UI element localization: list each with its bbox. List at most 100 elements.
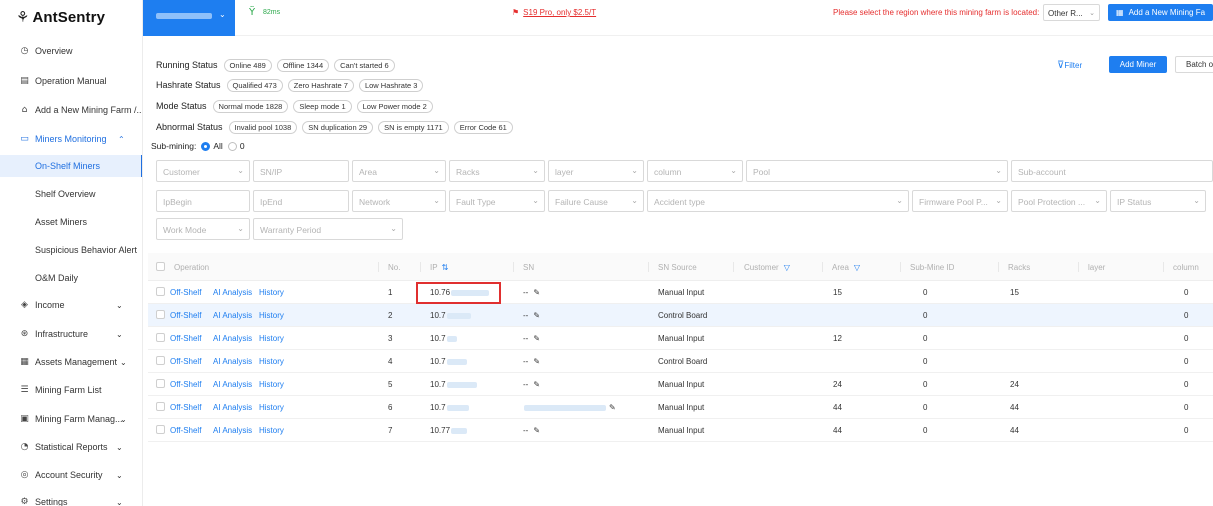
sidebar-item-om-daily[interactable]: O&M Daily — [0, 269, 142, 287]
history-link[interactable]: History — [259, 357, 284, 366]
sidebar-item-miners-monitoring[interactable]: ▭ Miners Monitoring ⌃ — [0, 130, 142, 148]
pool-select[interactable]: Pool ⌄ — [746, 160, 1008, 182]
racks-select[interactable]: Racks ⌄ — [449, 160, 545, 182]
sidebar-item-infrastructure[interactable]: ⊛ Infrastructure ⌄ — [0, 325, 142, 343]
network-select[interactable]: Network ⌄ — [352, 190, 446, 212]
table-row[interactable]: Off-Shelf AI Analysis History 3 10.7 -- ✎ Manua… — [148, 327, 1213, 350]
ip-value[interactable]: 10.7 — [430, 380, 477, 389]
row-checkbox[interactable] — [156, 379, 165, 389]
history-link[interactable]: History — [259, 380, 284, 389]
sidebar-item-overview[interactable]: ◷ Overview — [0, 42, 142, 60]
sidebar-item-on-shelf-miners[interactable]: On-Shelf Miners — [0, 155, 142, 177]
warranty-period-select[interactable]: Warranty Period ⌄ — [253, 218, 403, 240]
history-link[interactable]: History — [259, 403, 284, 412]
table-row[interactable]: Off-Shelf AI Analysis History 6 10.7 ✎ Manual … — [148, 396, 1213, 419]
off-shelf-link[interactable]: Off-Shelf — [170, 288, 201, 297]
sn-duplication-pill[interactable]: SN duplication 29 — [302, 120, 374, 134]
add-mining-farm-button[interactable]: ▦ Add a New Mining Fa — [1108, 4, 1213, 21]
low-hashrate-pill[interactable]: Low Hashrate 3 — [358, 78, 424, 92]
app-logo[interactable]: ⚘ AntSentry — [0, 0, 142, 34]
offline-pill[interactable]: Offline 1344 — [276, 58, 330, 72]
off-shelf-link[interactable]: Off-Shelf — [170, 357, 201, 366]
edit-icon[interactable]: ✎ — [533, 288, 540, 297]
history-link[interactable]: History — [259, 334, 284, 343]
sidebar-item-operation-manual[interactable]: ▤ Operation Manual — [0, 72, 142, 90]
history-link[interactable]: History — [259, 311, 284, 320]
farm-selector[interactable]: ⌄ — [143, 0, 235, 36]
row-checkbox[interactable] — [156, 425, 165, 435]
ip-value[interactable]: 10.76 — [430, 288, 490, 297]
low-power-mode-pill[interactable]: Low Power mode 2 — [356, 99, 433, 113]
sub-mining-option-zero[interactable]: 0 — [227, 141, 245, 151]
off-shelf-link[interactable]: Off-Shelf — [170, 403, 201, 412]
edit-icon[interactable]: ✎ — [533, 357, 540, 366]
row-checkbox[interactable] — [156, 287, 165, 297]
column-select[interactable]: column ⌄ — [647, 160, 743, 182]
table-row[interactable]: Off-Shelf AI Analysis History 5 10.7 -- ✎ Manua… — [148, 373, 1213, 396]
ip-value[interactable]: 10.7 — [430, 334, 457, 343]
off-shelf-link[interactable]: Off-Shelf — [170, 426, 201, 435]
ip-value[interactable]: 10.77 — [430, 426, 468, 435]
ai-analysis-link[interactable]: AI Analysis — [213, 380, 252, 389]
ip-value[interactable]: 10.7 — [430, 357, 467, 366]
firmware-pool-select[interactable]: Firmware Pool P... ⌄ — [912, 190, 1008, 212]
row-checkbox[interactable] — [156, 333, 165, 343]
off-shelf-link[interactable]: Off-Shelf — [170, 311, 201, 320]
ai-analysis-link[interactable]: AI Analysis — [213, 334, 252, 343]
batch-operation-button[interactable]: Batch op — [1175, 56, 1213, 73]
select-all-checkbox[interactable] — [156, 262, 165, 272]
online-pill[interactable]: Online 489 — [223, 58, 272, 72]
sidebar-item-settings[interactable]: ⚙ Settings ⌄ — [0, 493, 142, 506]
edit-icon[interactable]: ✎ — [533, 311, 540, 320]
row-checkbox[interactable] — [156, 310, 165, 320]
add-miner-button[interactable]: Add Miner — [1109, 56, 1167, 73]
table-row[interactable]: Off-Shelf AI Analysis History 4 10.7 -- ✎ Contr… — [148, 350, 1213, 373]
sub-account-input[interactable]: Sub-account — [1011, 160, 1213, 182]
sidebar-item-mining-farm-management[interactable]: ▣ Mining Farm Manag... ⌄ — [0, 410, 142, 428]
ip-begin-input[interactable]: IpBegin — [156, 190, 250, 212]
row-checkbox[interactable] — [156, 402, 165, 412]
ip-status-select[interactable]: IP Status ⌄ — [1110, 190, 1206, 212]
pool-protection-select[interactable]: Pool Protection ... ⌄ — [1011, 190, 1107, 212]
filter-toggle[interactable]: ⊽Filter — [1057, 60, 1082, 71]
area-select[interactable]: Area ⌄ — [352, 160, 446, 182]
off-shelf-link[interactable]: Off-Shelf — [170, 380, 201, 389]
sidebar-item-income[interactable]: ◈ Income ⌄ — [0, 296, 142, 314]
table-row[interactable]: Off-Shelf AI Analysis History 1 10.76 -- ✎ Manu… — [148, 281, 1213, 304]
edit-icon[interactable]: ✎ — [533, 334, 540, 343]
ai-analysis-link[interactable]: AI Analysis — [213, 426, 252, 435]
cant-started-pill[interactable]: Can't started 6 — [334, 58, 395, 72]
sidebar-item-suspicious-behavior[interactable]: Suspicious Behavior Alert — [0, 241, 142, 259]
edit-icon[interactable]: ✎ — [609, 403, 616, 412]
region-select[interactable]: Other R... ⌄ — [1043, 4, 1100, 21]
sidebar-item-account-security[interactable]: ◎ Account Security ⌄ — [0, 466, 142, 484]
ip-end-input[interactable]: IpEnd — [253, 190, 349, 212]
ai-analysis-link[interactable]: AI Analysis — [213, 311, 252, 320]
edit-icon[interactable]: ✎ — [533, 380, 540, 389]
sidebar-item-add-mining-farm[interactable]: ⌂ Add a New Mining Farm /... — [0, 101, 142, 119]
invalid-pool-pill[interactable]: Invalid pool 1038 — [228, 120, 298, 134]
accident-type-select[interactable]: Accident type ⌄ — [647, 190, 909, 212]
ai-analysis-link[interactable]: AI Analysis — [213, 357, 252, 366]
sidebar-item-shelf-overview[interactable]: Shelf Overview — [0, 185, 142, 203]
ip-value[interactable]: 10.7 — [430, 311, 471, 320]
sidebar-item-asset-miners[interactable]: Asset Miners — [0, 213, 142, 231]
qualified-pill[interactable]: Qualified 473 — [226, 78, 283, 92]
filter-icon[interactable]: ▽ — [784, 263, 790, 272]
zero-hashrate-pill[interactable]: Zero Hashrate 7 — [287, 78, 354, 92]
customer-select[interactable]: Customer ⌄ — [156, 160, 250, 182]
normal-mode-pill[interactable]: Normal mode 1828 — [212, 99, 289, 113]
ai-analysis-link[interactable]: AI Analysis — [213, 403, 252, 412]
table-row[interactable]: Off-Shelf AI Analysis History 2 10.7 -- ✎ Contr… — [148, 304, 1213, 327]
filter-icon[interactable]: ▽ — [854, 263, 860, 272]
sleep-mode-pill[interactable]: Sleep mode 1 — [293, 99, 352, 113]
ip-value[interactable]: 10.7 — [430, 403, 469, 412]
sort-icon[interactable]: ⇅ — [442, 263, 449, 272]
sidebar-item-assets-management[interactable]: ▦ Assets Management ⌄ — [0, 353, 142, 371]
sub-mining-option-all[interactable]: All — [201, 141, 223, 151]
history-link[interactable]: History — [259, 288, 284, 297]
work-mode-select[interactable]: Work Mode ⌄ — [156, 218, 250, 240]
sn-empty-pill[interactable]: SN is empty 1171 — [378, 120, 449, 134]
error-code-pill[interactable]: Error Code 61 — [453, 120, 513, 134]
failure-cause-select[interactable]: Failure Cause ⌄ — [548, 190, 644, 212]
